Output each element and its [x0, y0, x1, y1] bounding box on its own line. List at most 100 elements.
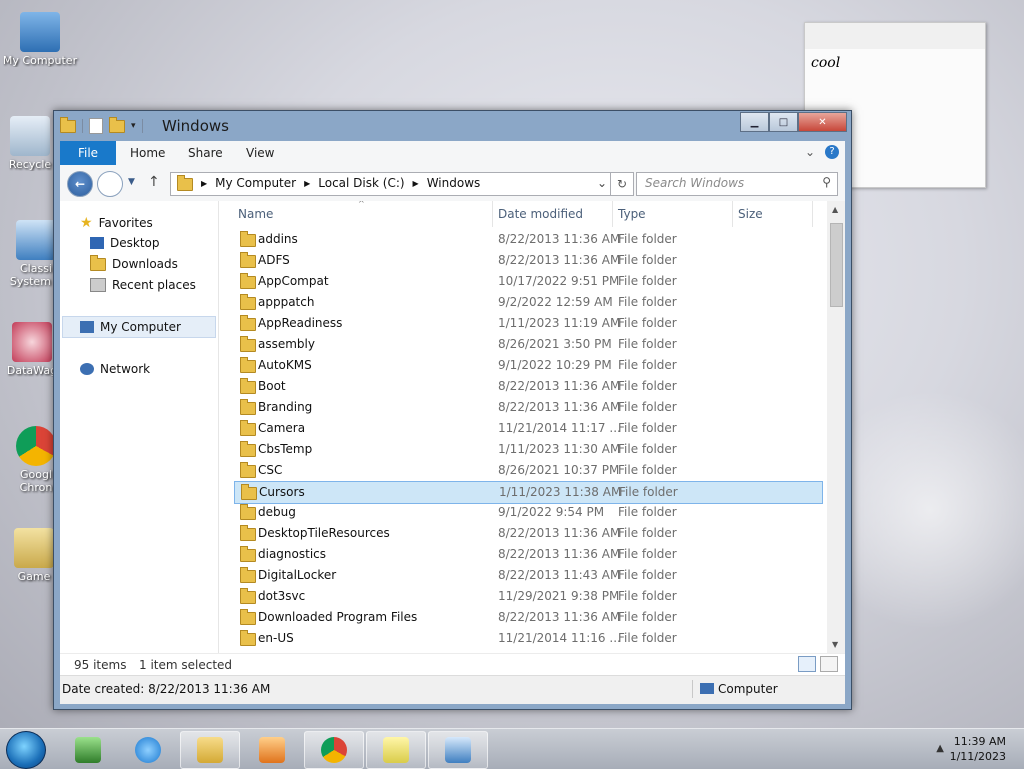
folder-icon	[240, 336, 256, 352]
nav-item-recent-places[interactable]: Recent places	[90, 278, 196, 292]
search-input[interactable]: Search Windows ⚲	[636, 172, 838, 196]
tab-home[interactable]: Home	[130, 141, 165, 165]
new-folder-icon[interactable]	[109, 116, 125, 133]
start-button[interactable]	[6, 731, 46, 769]
taskbar-app-sticky-notes[interactable]	[366, 731, 426, 769]
breadcrumb-local-disk[interactable]: Local Disk (C:)	[318, 176, 404, 190]
address-dropdown-icon[interactable]: ⌄	[597, 176, 607, 190]
taskbar-app-chrome[interactable]	[304, 731, 364, 769]
column-divider[interactable]	[732, 201, 733, 227]
table-row[interactable]: AppCompat 10/17/2022 9:51 PM File folder	[234, 271, 823, 292]
back-button[interactable]: ←	[67, 171, 93, 197]
expand-ribbon-icon[interactable]: ⌄	[805, 145, 815, 159]
table-row[interactable]: DigitalLocker 8/22/2013 11:43 AM File fold…	[234, 565, 823, 586]
column-header-date-modified[interactable]: Date modified	[498, 207, 583, 221]
table-row[interactable]: ADFS 8/22/2013 11:36 AM File folder	[234, 250, 823, 271]
column-divider[interactable]	[812, 201, 813, 227]
title-bar[interactable]: ▾ Windows ▁ □ ✕	[54, 111, 851, 141]
column-divider[interactable]	[492, 201, 493, 227]
taskbar-app-internet-explorer[interactable]	[118, 731, 178, 769]
table-row[interactable]: dot3svc 11/29/2021 9:38 PM File folder	[234, 586, 823, 607]
forward-button[interactable]	[97, 171, 123, 197]
file-type: File folder	[618, 568, 677, 582]
file-type: File folder	[618, 631, 677, 645]
navigation-bar: ← ▼ ↑ ▶ My Computer ▶ Local Disk (C:) ▶ …	[60, 165, 845, 201]
system-clock[interactable]: 11:39 AM 1/11/2023	[950, 734, 1006, 764]
column-header-name[interactable]: Name	[238, 207, 273, 221]
table-row[interactable]: CSC 8/26/2021 10:37 PM File folder	[234, 460, 823, 481]
table-row[interactable]: Cursors 1/11/2023 11:38 AM File folder	[234, 481, 823, 504]
file-date-modified: 8/26/2021 3:50 PM	[498, 337, 612, 351]
task-manager-icon	[75, 737, 101, 763]
nav-item-network[interactable]: Network	[80, 362, 150, 376]
tab-share[interactable]: Share	[188, 141, 223, 165]
nav-item-my-computer[interactable]: My Computer	[80, 320, 181, 334]
vertical-scrollbar[interactable]: ▲ ▼	[827, 201, 845, 653]
table-row[interactable]: en-US 11/21/2014 11:16 ... File folder	[234, 628, 823, 649]
sticky-notes-icon	[383, 737, 409, 763]
large-icons-view-icon[interactable]	[820, 656, 838, 672]
file-date-modified: 9/2/2022 12:59 AM	[498, 295, 613, 309]
separator	[692, 680, 693, 698]
table-row[interactable]: AppReadiness 1/11/2023 11:19 AM File folde…	[234, 313, 823, 334]
breadcrumb-separator-icon[interactable]: ▶	[413, 179, 419, 188]
tab-view[interactable]: View	[246, 141, 274, 165]
table-row[interactable]: assembly 8/26/2021 3:50 PM File folder	[234, 334, 823, 355]
file-type: File folder	[618, 379, 677, 393]
scroll-down-icon[interactable]: ▼	[832, 640, 838, 649]
table-row[interactable]: AutoKMS 9/1/2022 10:29 PM File folder	[234, 355, 823, 376]
table-row[interactable]: Downloaded Program Files 8/22/2013 11:36 …	[234, 607, 823, 628]
close-button[interactable]: ✕	[798, 112, 847, 132]
taskbar-app-media-player[interactable]	[242, 731, 302, 769]
file-date-modified: 8/22/2013 11:36 AM	[498, 379, 621, 393]
table-row[interactable]: DesktopTileResources 8/22/2013 11:36 AM Fi…	[234, 523, 823, 544]
table-row[interactable]: diagnostics 8/22/2013 11:36 AM File folder	[234, 544, 823, 565]
nav-item-desktop[interactable]: Desktop	[90, 236, 160, 250]
up-button[interactable]: ↑	[148, 174, 160, 190]
file-date-modified: 9/1/2022 9:54 PM	[498, 505, 605, 519]
help-icon[interactable]: ?	[825, 145, 839, 159]
sticky-note-text[interactable]: cool	[805, 49, 985, 77]
nav-item-downloads[interactable]: Downloads	[90, 254, 178, 271]
folder-icon	[240, 357, 256, 373]
chevron-down-icon[interactable]: ▾	[131, 121, 136, 131]
breadcrumb-my-computer[interactable]: My Computer	[215, 176, 296, 190]
breadcrumb-separator-icon[interactable]: ▶	[304, 179, 310, 188]
column-header-size[interactable]: Size	[738, 207, 763, 221]
file-name: dot3svc	[258, 589, 306, 603]
file-type: File folder	[618, 463, 677, 477]
taskbar-app-task-manager[interactable]	[58, 731, 118, 769]
table-row[interactable]: apppatch 9/2/2022 12:59 AM File folder	[234, 292, 823, 313]
taskbar-app-file-explorer[interactable]	[180, 731, 240, 769]
file-name: DesktopTileResources	[258, 526, 390, 540]
desktop-icon-my-computer[interactable]: My Computer	[0, 12, 80, 67]
sticky-note-titlebar[interactable]	[805, 23, 985, 49]
folder-icon	[240, 504, 256, 520]
show-hidden-icons-icon[interactable]: ▲	[936, 743, 944, 754]
properties-icon[interactable]	[89, 118, 103, 134]
nav-label: Network	[100, 362, 151, 376]
minimize-button[interactable]: ▁	[740, 112, 769, 132]
refresh-button[interactable]: ↻	[610, 172, 634, 196]
table-row[interactable]: debug 9/1/2022 9:54 PM File folder	[234, 502, 823, 523]
table-row[interactable]: addins 8/22/2013 11:36 AM File folder	[234, 229, 823, 250]
recent-locations-icon[interactable]: ▼	[128, 177, 135, 187]
table-row[interactable]: Branding 8/22/2013 11:36 AM File folder	[234, 397, 823, 418]
tab-file[interactable]: File	[60, 141, 116, 165]
taskbar-app-control-panel[interactable]	[428, 731, 488, 769]
internet-explorer-icon	[135, 737, 161, 763]
column-header-type[interactable]: Type	[618, 207, 646, 221]
maximize-button[interactable]: □	[769, 112, 798, 132]
table-row[interactable]: Boot 8/22/2013 11:36 AM File folder	[234, 376, 823, 397]
table-row[interactable]: Camera 11/21/2014 11:17 ... File folder	[234, 418, 823, 439]
table-row[interactable]: CbsTemp 1/11/2023 11:30 AM File folder	[234, 439, 823, 460]
scrollbar-thumb[interactable]	[830, 223, 843, 307]
nav-item-favorites[interactable]: ★ Favorites	[80, 215, 153, 231]
address-bar[interactable]: ▶ My Computer ▶ Local Disk (C:) ▶ Window…	[170, 172, 612, 196]
column-divider[interactable]	[612, 201, 613, 227]
details-view-icon[interactable]	[798, 656, 816, 672]
folder-icon	[240, 525, 256, 541]
breadcrumb-windows[interactable]: Windows	[427, 176, 481, 190]
search-placeholder: Search Windows	[645, 176, 745, 190]
scroll-up-icon[interactable]: ▲	[832, 205, 838, 214]
